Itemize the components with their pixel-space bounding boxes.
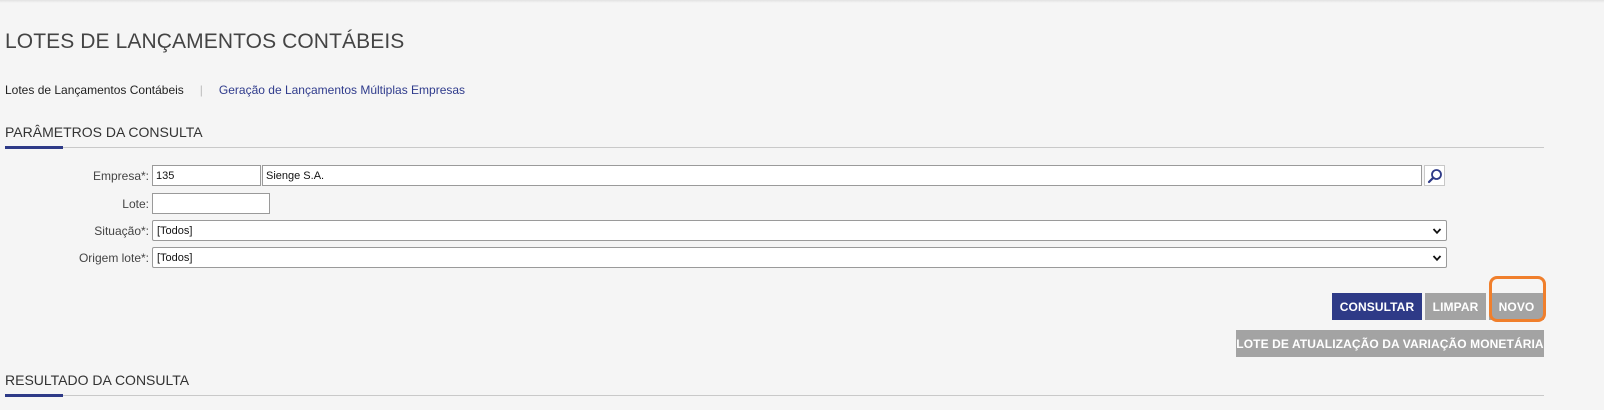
subnav: Lotes de Lançamentos Contábeis | Geração… (5, 83, 465, 97)
empresa-row: Empresa*: 135 Sienge S.A. (0, 165, 1445, 186)
params-section-divider (5, 147, 1544, 148)
top-shadow (0, 0, 1604, 3)
result-section-divider (5, 395, 1544, 396)
limpar-button[interactable]: LIMPAR (1425, 293, 1486, 320)
origem-selected-value: [Todos] (157, 251, 193, 264)
empresa-label: Empresa*: (92, 168, 149, 183)
situacao-selected-value: [Todos] (157, 224, 193, 237)
situacao-select[interactable]: [Todos] (152, 220, 1447, 241)
subnav-item-geracao-multiplas[interactable]: Geração de Lançamentos Múltiplas Empresa… (219, 83, 465, 97)
origem-select[interactable]: [Todos] (152, 247, 1447, 268)
lote-label: Lote: (122, 196, 149, 211)
lote-atualizacao-button[interactable]: LOTE DE ATUALIZAÇÃO DA VARIAÇÃO MONETÁRI… (1236, 330, 1544, 357)
params-section-accent (5, 146, 63, 149)
lote-input[interactable] (152, 193, 270, 214)
search-icon (1427, 168, 1442, 183)
subnav-separator: | (199, 83, 203, 97)
novo-button[interactable]: NOVO (1489, 293, 1544, 320)
subnav-item-lotes[interactable]: Lotes de Lançamentos Contábeis (5, 83, 184, 97)
situacao-label: Situação*: (94, 223, 149, 238)
empresa-name-input: Sienge S.A. (262, 165, 1422, 186)
result-section-accent (5, 394, 63, 397)
result-section-title: RESULTADO DA CONSULTA (5, 372, 190, 388)
lote-row: Lote: (0, 193, 270, 214)
page-title: LOTES DE LANÇAMENTOS CONTÁBEIS (5, 30, 405, 53)
consultar-button[interactable]: CONSULTAR (1332, 293, 1422, 320)
empresa-search-button[interactable] (1424, 165, 1445, 186)
params-section-title: PARÂMETROS DA CONSULTA (5, 124, 203, 140)
chevron-down-icon (1432, 227, 1442, 234)
origem-row: Origem lote*: [Todos] (0, 247, 1447, 268)
origem-label: Origem lote*: (78, 250, 149, 265)
situacao-row: Situação*: [Todos] (0, 220, 1447, 241)
empresa-code-input[interactable]: 135 (152, 165, 261, 186)
chevron-down-icon (1432, 254, 1442, 261)
